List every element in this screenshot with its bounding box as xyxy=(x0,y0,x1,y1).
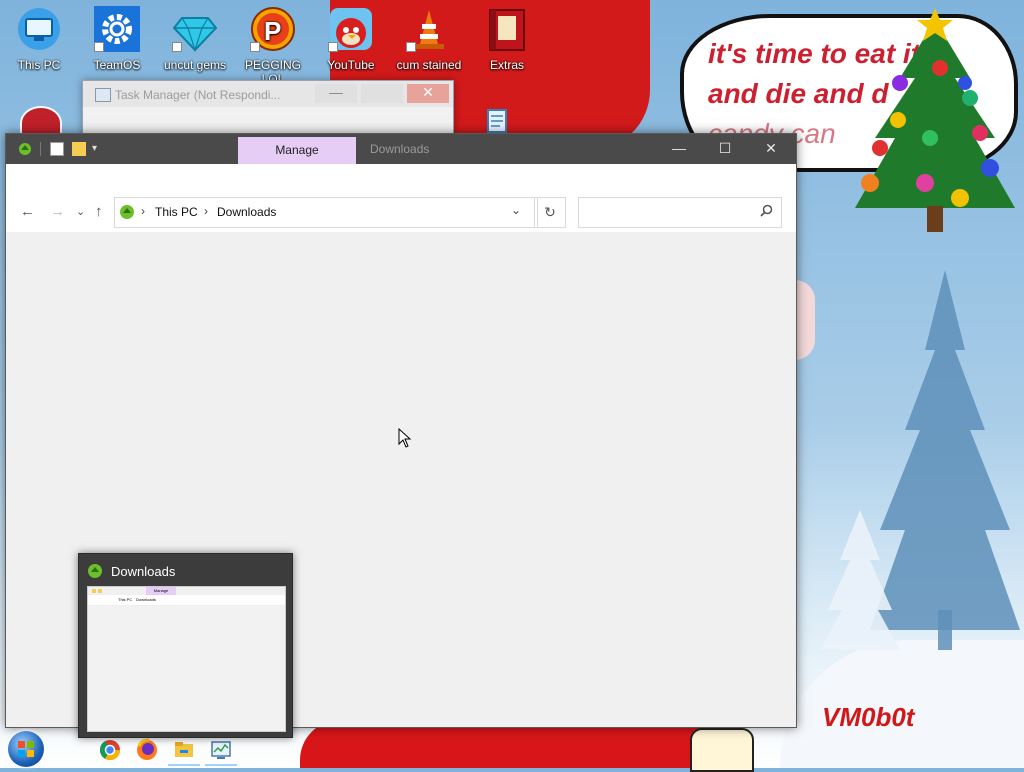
mini-crumb-this-pc: This PC xyxy=(118,597,133,602)
mini-folder-icon xyxy=(92,589,96,593)
mini-address-bar: This PC Downloads xyxy=(88,595,285,606)
desktop-icon-this-pc[interactable]: This PC xyxy=(0,6,78,72)
qa-divider xyxy=(40,142,41,156)
preview-title: Downloads xyxy=(111,564,176,579)
svg-text:P: P xyxy=(264,16,281,46)
firefox-icon[interactable] xyxy=(131,734,163,766)
qa-dropdown-chevron-icon[interactable]: ▾ xyxy=(92,142,102,156)
breadcrumb-separator-icon: › xyxy=(141,204,145,218)
mini-tab-manage: Manage xyxy=(146,587,176,595)
shortcut-arrow-icon xyxy=(250,42,260,52)
search-icon xyxy=(760,204,773,220)
diamond-icon xyxy=(172,6,218,52)
mini-folder-icon xyxy=(98,589,102,593)
shortcut-arrow-icon xyxy=(94,42,104,52)
address-dropdown-chevron-icon[interactable]: ⌄ xyxy=(511,203,521,217)
explorer-titlebar[interactable]: ▾ Manage Downloads — ☐ ✕ xyxy=(6,134,796,164)
task-manager-icon xyxy=(95,88,111,102)
wallpaper-white-tree-icon xyxy=(820,510,900,650)
wallpaper-santa-glove xyxy=(795,280,815,360)
breadcrumb-separator-icon: › xyxy=(204,204,208,218)
angry-bird-icon xyxy=(328,6,374,52)
chrome-icon[interactable] xyxy=(94,734,126,766)
preview-thumbnail[interactable]: Manage This PC Downloads xyxy=(87,586,286,732)
desktop-icon-uncut-gems[interactable]: uncut gems xyxy=(156,6,234,72)
tm-minimize-button[interactable]: — xyxy=(315,84,357,103)
desktop-icon-cum-stained[interactable]: cum stained xyxy=(390,6,468,72)
pegasus-p-icon: P xyxy=(250,6,296,52)
search-input[interactable] xyxy=(578,197,782,228)
tab-manage[interactable]: Manage xyxy=(238,137,356,164)
explorer-ribbon xyxy=(6,164,796,193)
mini-titlebar: Manage xyxy=(88,587,285,595)
mini-crumb-downloads: Downloads xyxy=(136,597,156,602)
task-manager-icon[interactable] xyxy=(205,734,237,766)
wallpaper-christmas-tree-icon xyxy=(855,8,1015,232)
desktop-icon-extras[interactable]: Extras xyxy=(468,6,546,72)
task-manager-title: Task Manager (Not Respondi... xyxy=(115,88,281,102)
start-button[interactable] xyxy=(8,731,44,767)
windows-logo-icon xyxy=(18,741,34,757)
desktop-icon-teamos[interactable]: TeamOS xyxy=(78,6,156,72)
tm-maximize-button[interactable] xyxy=(361,84,403,103)
explorer-minimize-button[interactable]: — xyxy=(656,134,702,164)
task-manager-titlebar[interactable]: Task Manager (Not Respondi... — ✕ xyxy=(83,81,453,107)
shortcut-arrow-icon xyxy=(406,42,416,52)
traffic-cone-icon xyxy=(406,6,452,52)
gear-icon xyxy=(94,6,140,52)
wallpaper-signature: VM0b0t xyxy=(822,702,915,732)
downloads-location-icon xyxy=(119,204,135,223)
desktop-icon-youtube[interactable]: YouTube xyxy=(312,6,390,72)
scroll-paper-icon[interactable] xyxy=(484,106,510,134)
explorer-app-icon xyxy=(18,142,32,156)
shortcut-arrow-icon xyxy=(328,42,338,52)
red-book-icon xyxy=(484,6,530,52)
new-folder-icon[interactable] xyxy=(72,142,86,156)
breadcrumb-downloads[interactable]: Downloads xyxy=(217,205,276,219)
explorer-maximize-button[interactable]: ☐ xyxy=(702,134,748,164)
refresh-icon[interactable]: ↻ xyxy=(534,197,566,228)
explorer-navigation-bar: ← → ⌄ ↑ › This PC › Downloads ⌄ ↻ xyxy=(6,192,796,232)
desktop-icon-pegging-lol[interactable]: P PEGGING LOL xyxy=(234,6,312,86)
breadcrumb-this-pc[interactable]: This PC xyxy=(155,205,198,219)
taskbar-thumbnail-preview[interactable]: Downloads Manage This PC Downloads xyxy=(78,553,293,738)
explorer-title-text: Downloads xyxy=(370,142,430,156)
properties-check-icon[interactable] xyxy=(50,142,64,156)
file-explorer-icon[interactable] xyxy=(168,734,200,766)
explorer-close-button[interactable]: ✕ xyxy=(748,134,794,164)
address-bar[interactable]: › This PC › Downloads ⌄ xyxy=(114,197,538,228)
mouse-cursor-icon xyxy=(398,428,412,448)
tm-close-button[interactable]: ✕ xyxy=(407,84,449,103)
computer-icon xyxy=(16,6,62,52)
shortcut-arrow-icon xyxy=(172,42,182,52)
downloads-folder-icon xyxy=(87,563,103,582)
